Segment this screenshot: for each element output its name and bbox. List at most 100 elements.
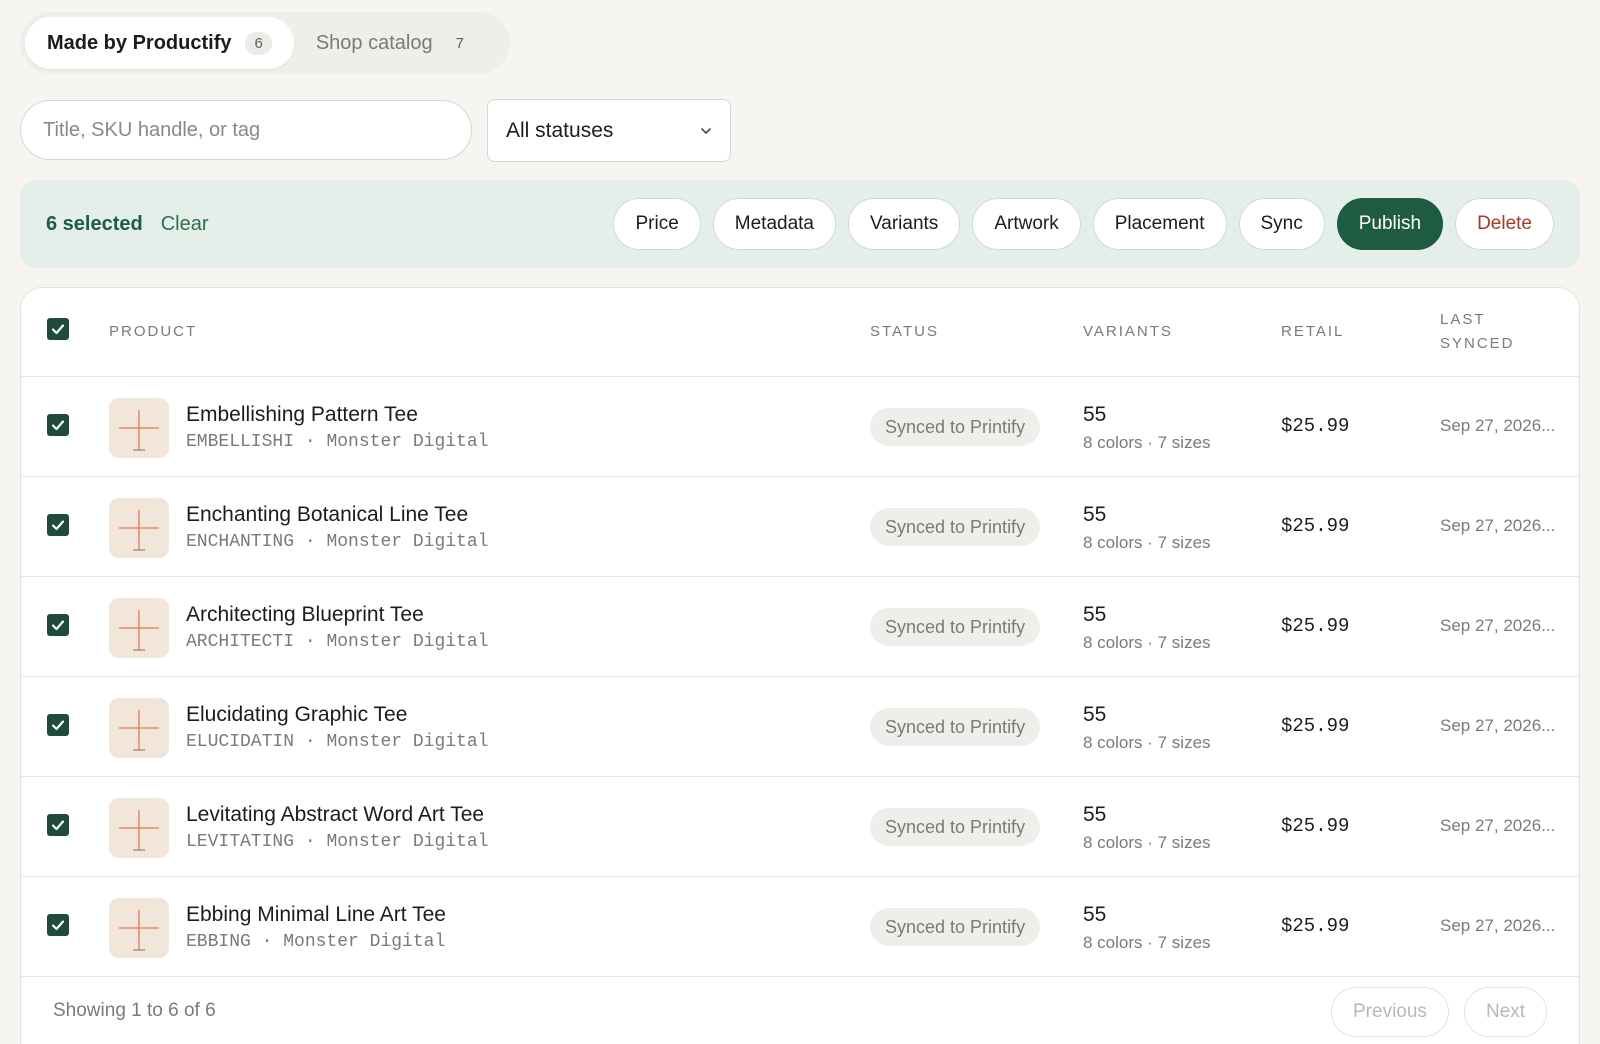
product-brand: Monster Digital — [283, 932, 446, 952]
row-checkbox[interactable] — [47, 614, 69, 636]
row-checkbox[interactable] — [47, 714, 69, 736]
status-badge: Synced to Printify — [870, 508, 1041, 546]
product-brand: Monster Digital — [326, 632, 489, 652]
artwork-button[interactable]: Artwork — [972, 198, 1081, 250]
retail-price: $25.99 — [1281, 515, 1350, 537]
status-badge: Synced to Printify — [870, 408, 1041, 446]
last-synced-date: Sep 27, 2026... — [1440, 816, 1556, 835]
table-row[interactable]: Levitating Abstract Word Art Tee LEVITAT… — [21, 777, 1579, 877]
variant-detail: 8 colors · 7 sizes — [1083, 633, 1211, 652]
bulk-actions-bar: 6 selected Clear Price Metadata Variants… — [20, 180, 1580, 268]
product-sku: EMBELLISHI — [186, 432, 295, 452]
column-header-status[interactable]: STATUS — [870, 320, 939, 344]
variant-count: 55 — [1083, 603, 1107, 626]
product-title[interactable]: Elucidating Graphic Tee — [186, 703, 407, 727]
table-footer: Showing 1 to 6 of 6 Previous Next — [21, 977, 1579, 1044]
variant-count: 55 — [1083, 903, 1107, 926]
variant-detail: 8 colors · 7 sizes — [1083, 833, 1211, 852]
status-badge: Synced to Printify — [870, 808, 1041, 846]
products-table: PRODUCT STATUS VARIANTS RETAIL LAST SYNC… — [20, 287, 1580, 1044]
placement-button[interactable]: Placement — [1092, 198, 1227, 250]
metadata-button[interactable]: Metadata — [712, 198, 837, 250]
search-input[interactable] — [20, 100, 472, 160]
variant-detail: 8 colors · 7 sizes — [1083, 533, 1211, 552]
tab-made-by-productify[interactable]: Made by Productify 6 — [25, 17, 294, 69]
product-title[interactable]: Levitating Abstract Word Art Tee — [186, 803, 484, 827]
product-sku-brand: EBBING · Monster Digital — [186, 932, 446, 952]
pagination-summary: Showing 1 to 6 of 6 — [53, 1000, 216, 1021]
clear-selection-link[interactable]: Clear — [161, 213, 209, 236]
product-sku-brand: LEVITATING · Monster Digital — [186, 832, 489, 852]
variant-count: 55 — [1083, 703, 1107, 726]
table-row[interactable]: Architecting Blueprint Tee ARCHITECTI · … — [21, 577, 1579, 677]
tab-shop-catalog[interactable]: Shop catalog 7 — [294, 17, 495, 69]
product-thumbnail — [109, 798, 169, 858]
publish-button[interactable]: Publish — [1336, 198, 1444, 250]
status-filter-select[interactable]: All statuses — [487, 99, 731, 162]
variant-detail: 8 colors · 7 sizes — [1083, 933, 1211, 952]
checkmark-icon — [51, 720, 65, 731]
status-filter-value: All statuses — [506, 118, 614, 142]
product-title[interactable]: Architecting Blueprint Tee — [186, 603, 424, 627]
checkmark-icon — [51, 820, 65, 831]
column-header-variants[interactable]: VARIANTS — [1083, 320, 1173, 344]
header-line: SYNCED — [1440, 335, 1515, 352]
product-title[interactable]: Embellishing Pattern Tee — [186, 403, 418, 427]
product-placeholder-icon — [119, 610, 159, 651]
product-title[interactable]: Enchanting Botanical Line Tee — [186, 503, 468, 527]
table-row[interactable]: Enchanting Botanical Line Tee ENCHANTING… — [21, 477, 1579, 577]
selected-count: 6 selected — [46, 212, 143, 235]
product-sku-brand: ELUCIDATIN · Monster Digital — [186, 732, 489, 752]
row-checkbox[interactable] — [47, 414, 69, 436]
row-checkbox[interactable] — [47, 914, 69, 936]
product-title[interactable]: Ebbing Minimal Line Art Tee — [186, 903, 446, 927]
product-placeholder-icon — [119, 710, 159, 751]
price-button[interactable]: Price — [613, 198, 701, 250]
product-sku: LEVITATING — [186, 832, 295, 852]
checkmark-icon — [51, 920, 65, 931]
product-sku: EBBING — [186, 932, 251, 952]
status-badge: Synced to Printify — [870, 908, 1041, 946]
variants-button[interactable]: Variants — [848, 198, 961, 250]
product-sku-brand: EMBELLISHI · Monster Digital — [186, 432, 489, 452]
product-thumbnail — [109, 498, 169, 558]
delete-button[interactable]: Delete — [1455, 198, 1554, 250]
product-placeholder-icon — [119, 810, 159, 851]
table-row[interactable]: Elucidating Graphic Tee ELUCIDATIN · Mon… — [21, 677, 1579, 777]
table-row[interactable]: Ebbing Minimal Line Art Tee EBBING · Mon… — [21, 877, 1579, 977]
product-thumbnail — [109, 598, 169, 658]
select-all-checkbox[interactable] — [47, 318, 69, 340]
next-page-button[interactable]: Next — [1464, 987, 1548, 1037]
row-checkbox[interactable] — [47, 814, 69, 836]
status-badge: Synced to Printify — [870, 708, 1041, 746]
last-synced-date: Sep 27, 2026... — [1440, 416, 1556, 435]
tab-label: Made by Productify — [47, 31, 232, 54]
column-header-last-synced[interactable]: LAST SYNCED — [1440, 308, 1515, 356]
retail-price: $25.99 — [1281, 915, 1350, 937]
column-header-retail[interactable]: RETAIL — [1281, 320, 1344, 344]
product-sku-brand: ARCHITECTI · Monster Digital — [186, 632, 489, 652]
status-badge: Synced to Printify — [870, 608, 1041, 646]
last-synced-date: Sep 27, 2026... — [1440, 516, 1556, 535]
product-thumbnail — [109, 698, 169, 758]
variant-detail: 8 colors · 7 sizes — [1083, 433, 1211, 452]
variant-count: 55 — [1083, 403, 1107, 426]
last-synced-date: Sep 27, 2026... — [1440, 716, 1556, 735]
variant-detail: 8 colors · 7 sizes — [1083, 733, 1211, 752]
checkmark-icon — [51, 420, 65, 431]
product-brand: Monster Digital — [326, 832, 489, 852]
column-header-product[interactable]: PRODUCT — [109, 320, 197, 344]
sync-button[interactable]: Sync — [1238, 198, 1325, 250]
retail-price: $25.99 — [1281, 615, 1350, 637]
product-sku: ENCHANTING — [186, 532, 295, 552]
product-brand: Monster Digital — [326, 432, 489, 452]
product-sku: ARCHITECTI — [186, 632, 295, 652]
retail-price: $25.99 — [1281, 715, 1350, 737]
tab-count-badge: 6 — [245, 31, 272, 55]
previous-page-button[interactable]: Previous — [1331, 987, 1449, 1037]
table-row[interactable]: Embellishing Pattern Tee EMBELLISHI · Mo… — [21, 377, 1579, 477]
variant-count: 55 — [1083, 503, 1107, 526]
source-tabs: Made by Productify 6 Shop catalog 7 — [20, 12, 510, 74]
row-checkbox[interactable] — [47, 514, 69, 536]
retail-price: $25.99 — [1281, 415, 1350, 437]
